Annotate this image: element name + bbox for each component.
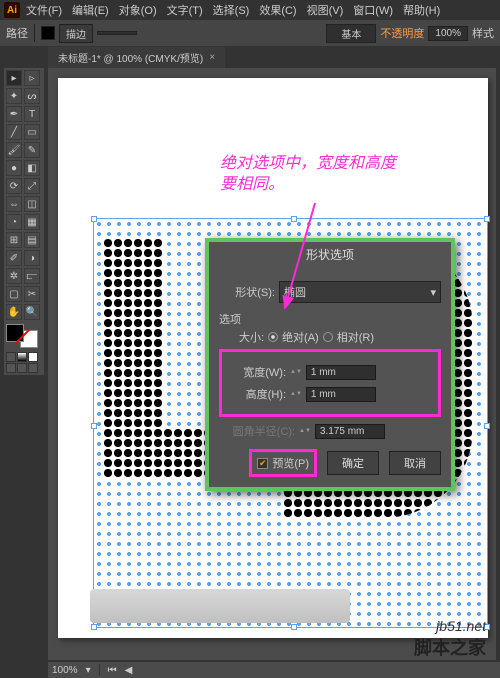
zoom-tool[interactable]: 🔍: [24, 304, 40, 320]
blend-tool[interactable]: ◑: [24, 250, 40, 266]
blob-brush-tool[interactable]: ●: [6, 160, 22, 176]
menu-help[interactable]: 帮助(H): [403, 2, 440, 18]
magic-wand-tool[interactable]: ✦: [6, 88, 22, 104]
document-tab[interactable]: 未标题-1* @ 100% (CMYK/预览) ×: [48, 47, 225, 68]
eyedropper-tool[interactable]: ✐: [6, 250, 22, 266]
paintbrush-tool[interactable]: 🖌: [6, 142, 22, 158]
stroke-button[interactable]: 描边: [59, 24, 93, 43]
width-stepper[interactable]: ▲▼: [290, 369, 302, 375]
width-input[interactable]: 1 mm: [306, 365, 376, 380]
app-logo: Ai: [4, 2, 20, 18]
menu-window[interactable]: 窗口(W): [353, 2, 393, 18]
cancel-button[interactable]: 取消: [389, 451, 441, 475]
menu-object[interactable]: 对象(O): [119, 2, 157, 18]
scale-tool[interactable]: ⤢: [24, 178, 40, 194]
graph-tool[interactable]: ⫍: [24, 268, 40, 284]
shape-builder-tool[interactable]: ◔: [6, 214, 22, 230]
artboard-nav-first-icon[interactable]: ⏮: [108, 665, 117, 676]
hand-tool[interactable]: ✋: [6, 304, 22, 320]
radius-stepper: ▲▼: [299, 428, 311, 434]
height-label: 高度(H):: [230, 386, 286, 402]
relative-label: 相对(R): [337, 329, 374, 345]
ok-button[interactable]: 确定: [327, 451, 379, 475]
preview-highlight: ✔ 预览(P): [249, 449, 317, 477]
pen-tool[interactable]: ✒: [6, 106, 22, 122]
status-bar: 100% ▾ ⏮ ◀: [48, 662, 500, 678]
options-bar: 路径 描边 基本 不透明度 100% 样式: [0, 20, 500, 46]
menubar: Ai 文件(F) 编辑(E) 对象(O) 文字(T) 选择(S) 效果(C) 视…: [0, 0, 500, 20]
main-area: ▸ ▹ ✦ ᔕ ✒ T ╱ ▭ 🖌 ✎ ● ◧ ⟳ ⤢ ⇔ ◫ ◔ ▦ ⊞ ▤ …: [0, 68, 500, 678]
artboard-nav-prev-icon[interactable]: ◀: [125, 665, 133, 676]
line-tool[interactable]: ╱: [6, 124, 22, 140]
absolute-radio[interactable]: [268, 332, 278, 342]
close-icon[interactable]: ×: [209, 52, 215, 63]
absolute-label: 绝对(A): [282, 329, 319, 345]
chevron-down-icon: ▾: [430, 286, 436, 299]
opacity-label: 不透明度: [380, 25, 424, 41]
fill-swatch[interactable]: [41, 26, 55, 40]
gray-placeholder-bar: [90, 589, 350, 623]
menu-file[interactable]: 文件(F): [26, 2, 62, 18]
relative-radio[interactable]: [323, 332, 333, 342]
symbol-sprayer-tool[interactable]: ✲: [6, 268, 22, 284]
direct-selection-tool[interactable]: ▹: [24, 70, 40, 86]
rotate-tool[interactable]: ⟳: [6, 178, 22, 194]
toolbox: ▸ ▹ ✦ ᔕ ✒ T ╱ ▭ 🖌 ✎ ● ◧ ⟳ ⤢ ⇔ ◫ ◔ ▦ ⊞ ▤ …: [4, 68, 44, 375]
color-swatch[interactable]: [6, 324, 38, 348]
tab-title: 未标题-1* @ 100% (CMYK/预览): [58, 50, 203, 65]
size-label: 大小:: [239, 329, 264, 345]
brush-preset[interactable]: 基本: [326, 24, 376, 43]
selection-type-label: 路径: [6, 25, 28, 41]
width-label: 宽度(W):: [230, 364, 286, 380]
free-transform-tool[interactable]: ◫: [24, 196, 40, 212]
width-height-highlight: 宽度(W): ▲▼ 1 mm 高度(H): ▲▼ 1 mm: [219, 349, 441, 417]
menu-edit[interactable]: 编辑(E): [72, 2, 109, 18]
pencil-tool[interactable]: ✎: [24, 142, 40, 158]
menu-select[interactable]: 选择(S): [213, 2, 250, 18]
width-tool[interactable]: ⇔: [6, 196, 22, 212]
perspective-tool[interactable]: ▦: [24, 214, 40, 230]
opacity-input[interactable]: 100%: [428, 26, 468, 41]
rectangle-tool[interactable]: ▭: [24, 124, 40, 140]
artwork-letter-l: [103, 238, 163, 478]
type-tool[interactable]: T: [24, 106, 40, 122]
slice-tool[interactable]: ✂: [24, 286, 40, 302]
style-label: 样式: [472, 25, 494, 41]
menu-type[interactable]: 文字(T): [167, 2, 203, 18]
preview-label: 预览(P): [272, 455, 309, 471]
selection-tool[interactable]: ▸: [6, 70, 22, 86]
radius-label: 圆角半径(C):: [219, 423, 295, 439]
gradient-tool[interactable]: ▤: [24, 232, 40, 248]
lasso-tool[interactable]: ᔕ: [24, 88, 40, 104]
radius-input: 3.175 mm: [315, 424, 385, 439]
mesh-tool[interactable]: ⊞: [6, 232, 22, 248]
menu-view[interactable]: 视图(V): [307, 2, 344, 18]
preview-checkbox[interactable]: ✔: [257, 458, 268, 469]
eraser-tool[interactable]: ◧: [24, 160, 40, 176]
zoom-level[interactable]: 100%: [52, 665, 78, 676]
watermark: jb51.net 脚本之家: [414, 618, 486, 660]
menu-effect[interactable]: 效果(C): [259, 2, 296, 18]
artboard-tool[interactable]: ▢: [6, 286, 22, 302]
height-input[interactable]: 1 mm: [306, 387, 376, 402]
chevron-down-icon[interactable]: ▾: [86, 665, 91, 676]
annotation-arrow-icon: [265, 198, 345, 318]
stroke-weight-input[interactable]: [97, 31, 137, 35]
color-mode-buttons[interactable]: [6, 352, 42, 373]
document-tabbar: 未标题-1* @ 100% (CMYK/预览) ×: [0, 46, 500, 68]
height-stepper[interactable]: ▲▼: [290, 391, 302, 397]
annotation-text: 绝对选项中，宽度和高度 要相同。: [220, 154, 396, 196]
